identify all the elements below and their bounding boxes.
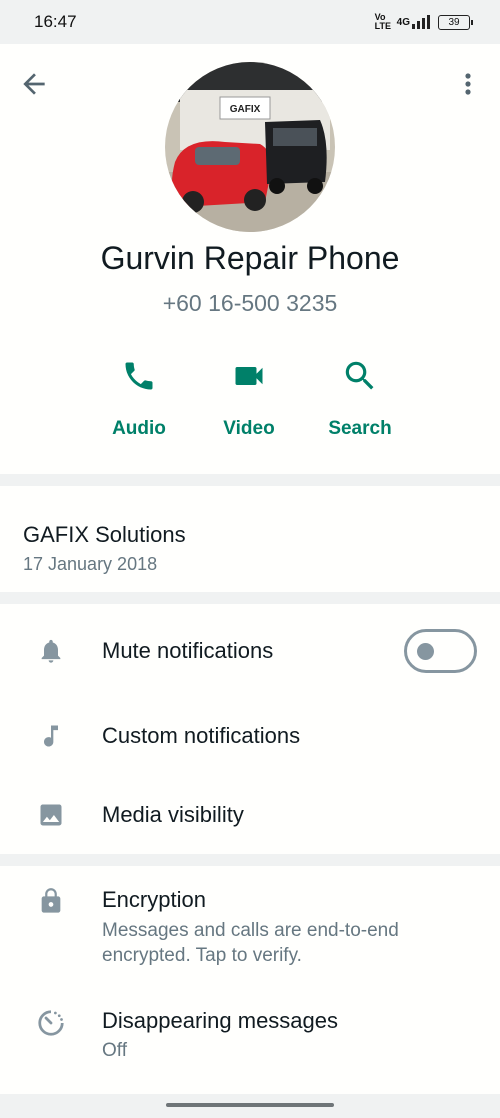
- media-visibility-row[interactable]: Media visibility: [0, 785, 500, 845]
- media-visibility-label: Media visibility: [102, 802, 244, 827]
- back-arrow-icon: [23, 73, 45, 95]
- about-date: 17 January 2018: [23, 554, 158, 574]
- overflow-menu-button[interactable]: [456, 68, 480, 100]
- avatar-sign-text: GAFIX: [230, 104, 261, 115]
- lock-icon: [36, 886, 66, 916]
- search-button[interactable]: Search: [305, 356, 415, 446]
- video-label: Video: [223, 418, 275, 439]
- about-section[interactable]: GAFIX Solutions 17 January 2018: [0, 486, 500, 592]
- volte-indicator: Vo LTE: [374, 12, 391, 31]
- image-icon: [36, 800, 66, 830]
- search-icon: [340, 356, 380, 396]
- disappearing-messages-title: Disappearing messages: [102, 1008, 339, 1033]
- contact-header: GAFIX Gurvin Repair Phone +60 16-500 323…: [0, 44, 500, 474]
- about-text: GAFIX Solutions: [23, 522, 186, 547]
- avatar-photo: GAFIX: [165, 62, 335, 232]
- gesture-navigation-bar[interactable]: [166, 1103, 334, 1107]
- disappearing-messages-value: Off: [102, 1040, 127, 1061]
- encryption-description: Messages and calls are end-to-end encryp…: [102, 918, 462, 968]
- custom-notifications-label: Custom notifications: [102, 723, 301, 748]
- encryption-description-line-2: encrypted. Tap to verify.: [102, 945, 302, 966]
- contact-phone: +60 16-500 3235: [162, 290, 338, 316]
- mute-notifications-label: Mute notifications: [102, 638, 274, 663]
- disappearing-timer-icon: [36, 1008, 66, 1038]
- status-bar: 16:47 Vo LTE 4G 39: [0, 0, 500, 44]
- phone-icon: [119, 356, 159, 396]
- contact-name: Gurvin Repair Phone: [100, 240, 400, 276]
- audio-call-button[interactable]: Audio: [84, 356, 194, 446]
- network-indicator: 4G: [396, 16, 410, 28]
- video-icon: [229, 356, 269, 396]
- notification-settings: Mute notifications Custom notifications …: [0, 604, 500, 854]
- audio-label: Audio: [112, 418, 166, 439]
- security-section: Encryption Messages and calls are end-to…: [0, 866, 500, 1094]
- music-note-icon: [36, 721, 66, 751]
- search-label: Search: [328, 418, 392, 439]
- battery-level: 39: [448, 16, 460, 28]
- more-vert-icon: [465, 73, 471, 95]
- status-time: 16:47: [34, 12, 77, 31]
- encryption-title: Encryption: [102, 887, 206, 912]
- back-button[interactable]: [18, 68, 50, 100]
- encryption-row[interactable]: Encryption Messages and calls are end-to…: [0, 866, 500, 976]
- contact-avatar[interactable]: GAFIX: [165, 62, 335, 232]
- disappearing-messages-row[interactable]: Disappearing messages Off: [0, 986, 500, 1066]
- signal-icon: [412, 15, 430, 29]
- mute-toggle[interactable]: [404, 629, 477, 673]
- encryption-description-line-1: Messages and calls are end-to-end: [102, 920, 399, 941]
- custom-notifications-row[interactable]: Custom notifications: [0, 706, 500, 766]
- bell-icon: [36, 636, 66, 666]
- status-indicators: Vo LTE 4G 39: [374, 12, 473, 31]
- mute-notifications-row[interactable]: Mute notifications: [0, 621, 500, 681]
- battery-icon: 39: [438, 14, 473, 30]
- video-call-button[interactable]: Video: [194, 356, 304, 446]
